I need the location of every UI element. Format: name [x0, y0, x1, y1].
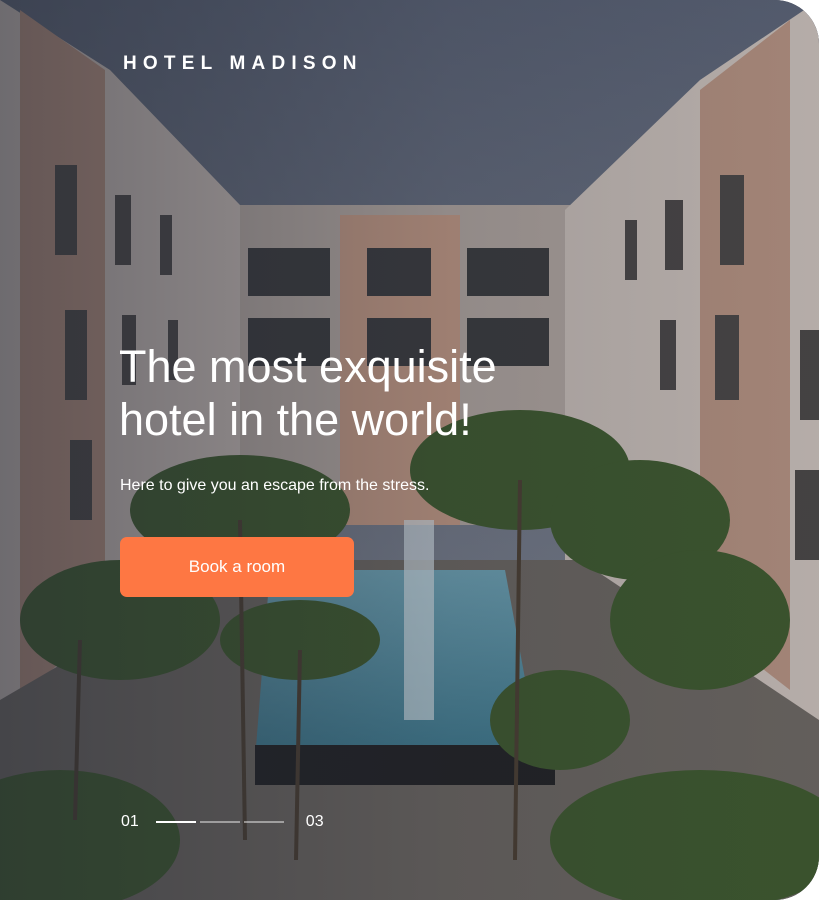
- slide-dot[interactable]: [155, 821, 196, 823]
- brand-logo-text[interactable]: HOTEL MADISON: [123, 53, 363, 75]
- slide-current-number: 01: [121, 813, 139, 830]
- hero-subtext: Here to give you an escape from the stre…: [120, 477, 430, 494]
- slide-dot[interactable]: [243, 821, 284, 823]
- slide-progress-track: [155, 821, 288, 823]
- hero-headline: The most exquisite hotel in the world!: [119, 341, 497, 445]
- slide-total-number: 03: [305, 813, 324, 830]
- hero-section: HOTEL MADISON The most exquisite hotel i…: [0, 0, 819, 900]
- slide-dot[interactable]: [199, 821, 240, 823]
- book-room-button[interactable]: Book a room: [120, 537, 354, 597]
- dark-overlay: [0, 0, 819, 900]
- slide-indicator: 01 03: [121, 813, 324, 831]
